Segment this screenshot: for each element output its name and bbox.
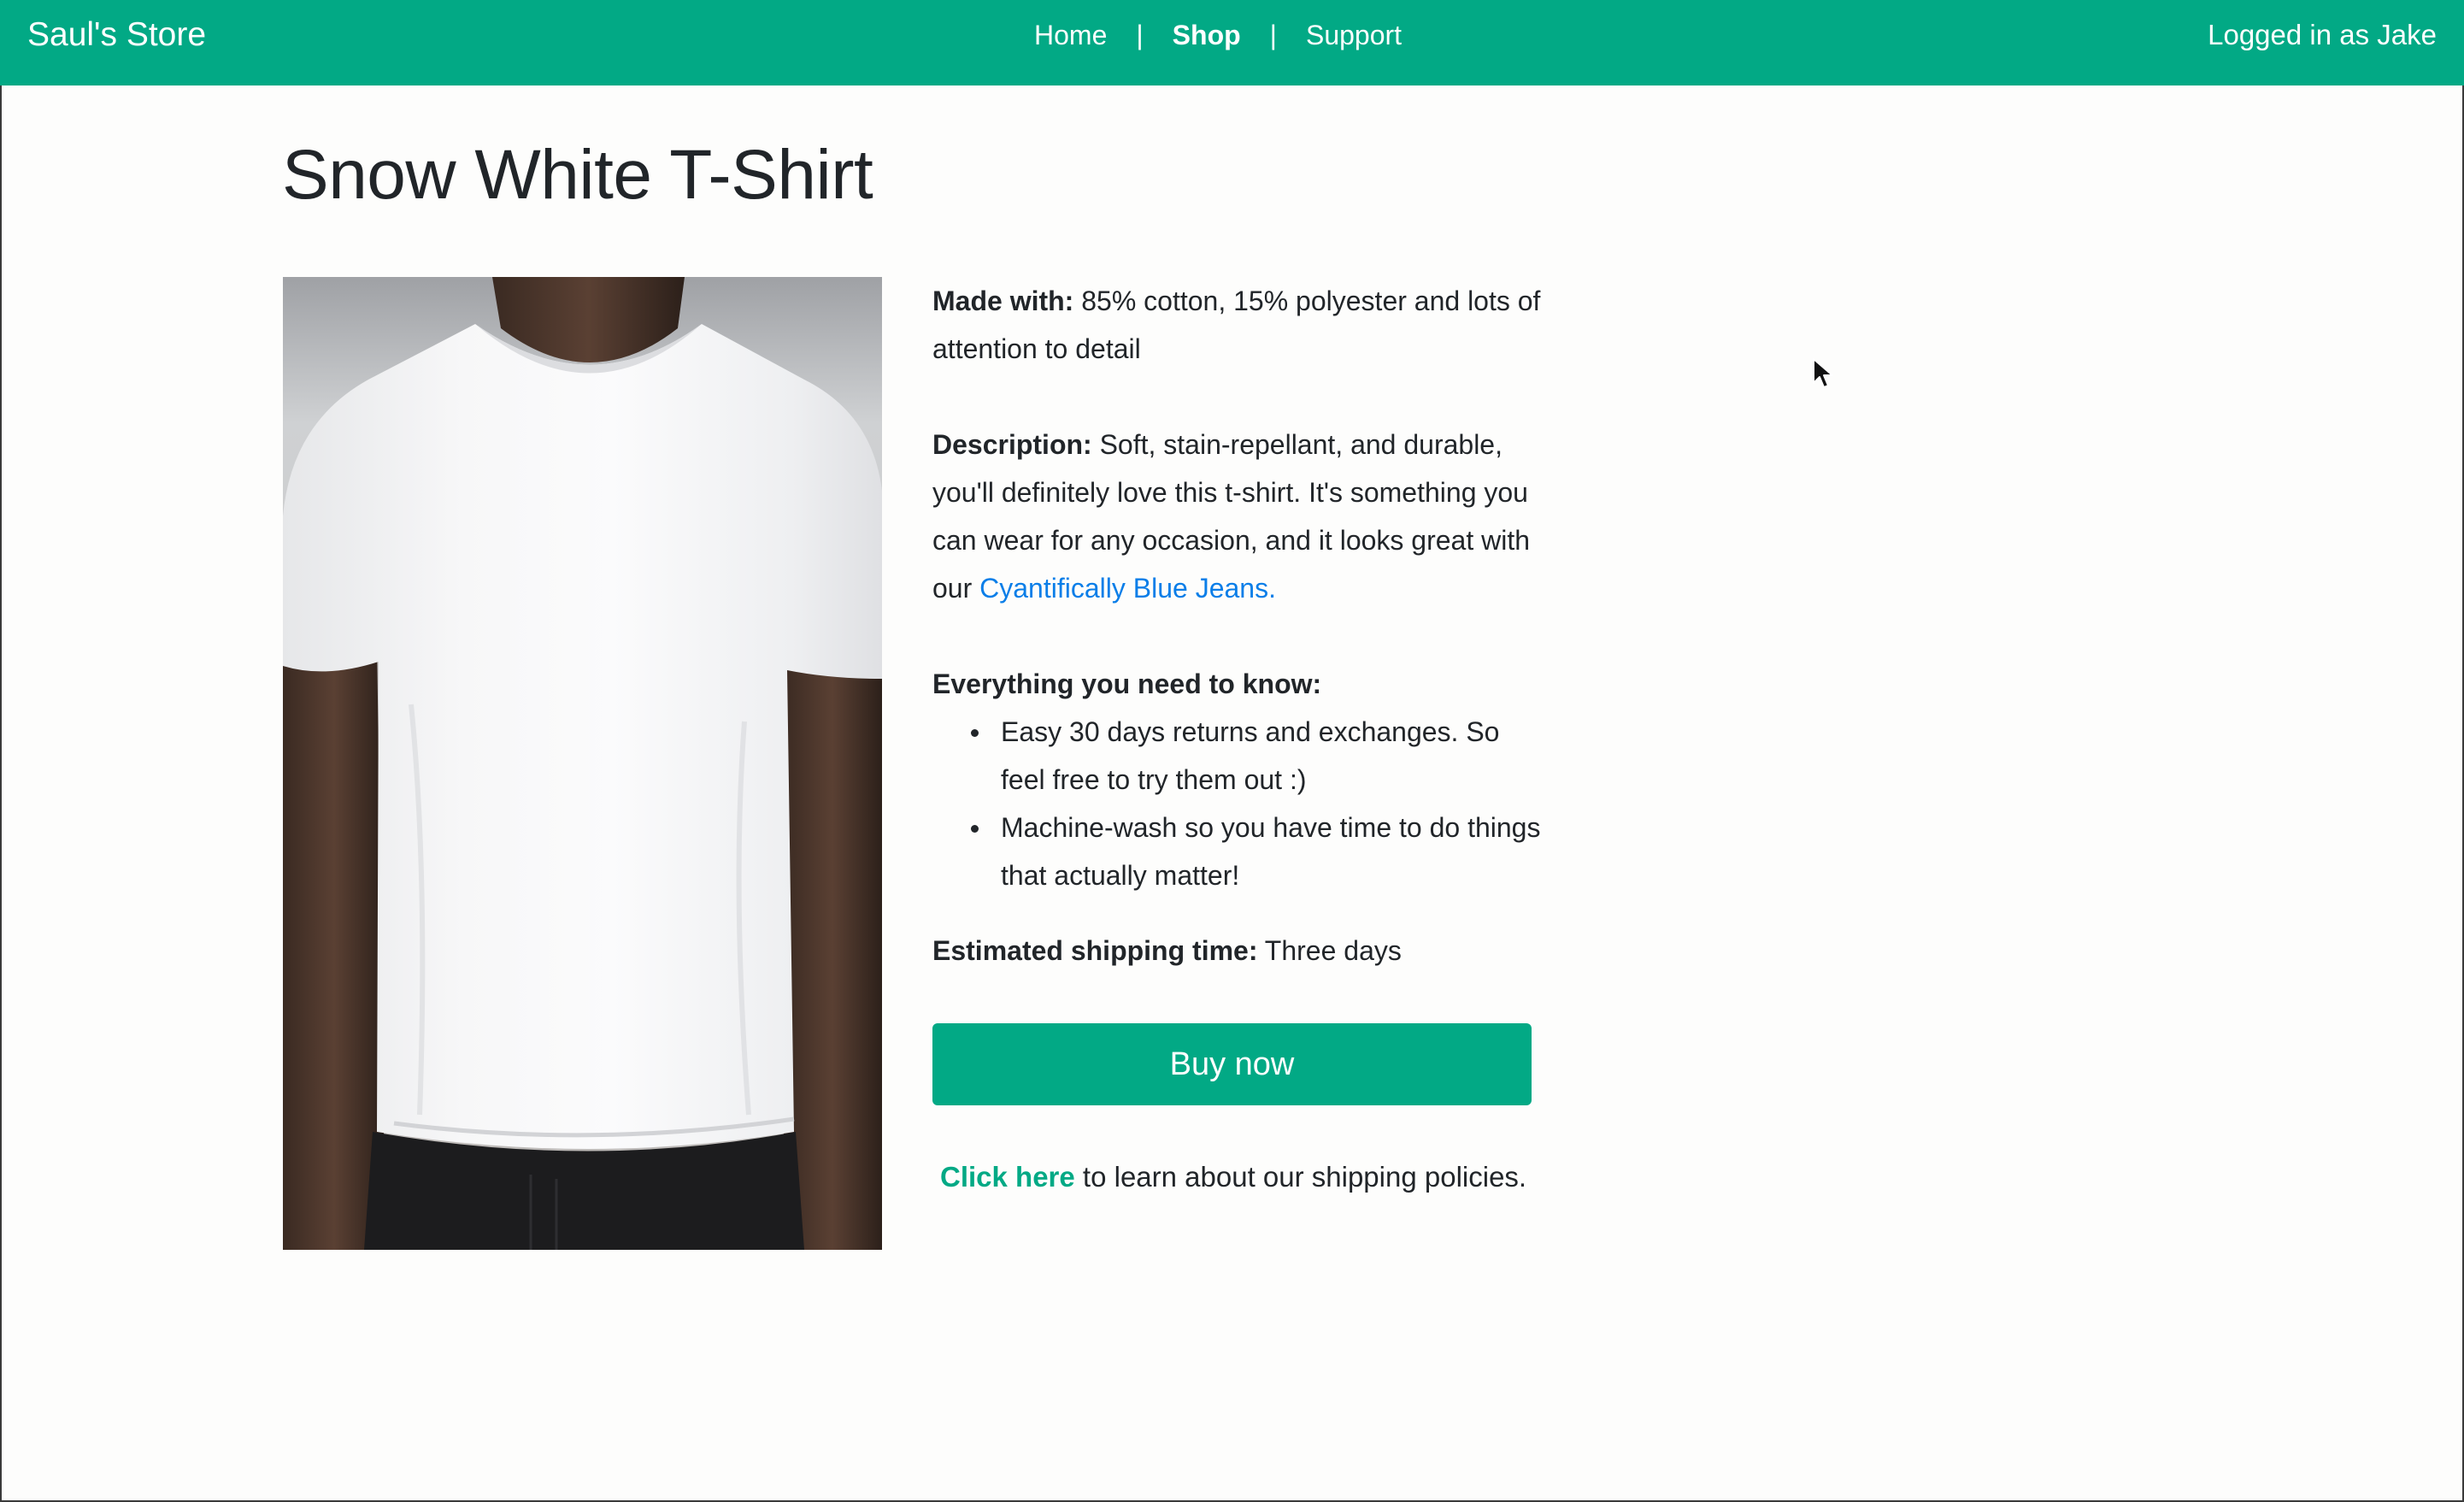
nav-separator: | [1269,20,1277,50]
nav-home-link[interactable]: Home [1034,17,1107,53]
description-row: Description: Soft, stain-repellant, and … [932,421,1548,612]
shipping-policy-text: to learn about our shipping policies. [1082,1161,1527,1193]
jeans-product-link[interactable]: Cyantifically Blue Jeans. [979,573,1276,604]
need-to-know-label: Everything you need to know: [932,669,1322,699]
main-nav: Home | Shop | Support [1034,17,1402,53]
tshirt-photo [283,277,882,1250]
description-label: Description: [932,429,1092,460]
shipping-time-row: Estimated shipping time: Three days [932,927,1548,975]
need-to-know-list: Easy 30 days returns and exchanges. So f… [932,708,1548,899]
made-with-row: Made with: 85% cotton, 15% polyester and… [932,277,1548,373]
need-to-know-heading: Everything you need to know: [932,660,1548,708]
user-status: Logged in as Jake [2208,19,2437,50]
product-image [283,277,882,1250]
shipping-time-value: Three days [1264,935,1402,966]
list-item: Easy 30 days returns and exchanges. So f… [932,708,1548,804]
shipping-policy-line: Click here to learn about our shipping p… [940,1156,1526,1199]
buy-now-button[interactable]: Buy now [932,1023,1532,1105]
nav-support-link[interactable]: Support [1306,17,1402,53]
nav-separator: | [1136,20,1144,50]
made-with-label: Made with: [932,286,1074,316]
store-brand-link[interactable]: Saul's Store [27,15,206,55]
top-navbar: Saul's Store Home | Shop | Support Logged in… [0,0,2464,85]
product-details: Made with: 85% cotton, 15% polyester and… [932,277,1548,975]
product-title: Snow White T-Shirt [282,136,873,214]
nav-shop-link[interactable]: Shop [1173,17,1241,53]
list-item: Machine-wash so you have time to do thin… [932,804,1548,899]
shipping-policy-link[interactable]: Click here [940,1161,1075,1193]
shipping-time-label: Estimated shipping time: [932,935,1258,966]
mouse-pointer-icon [1813,358,1833,388]
